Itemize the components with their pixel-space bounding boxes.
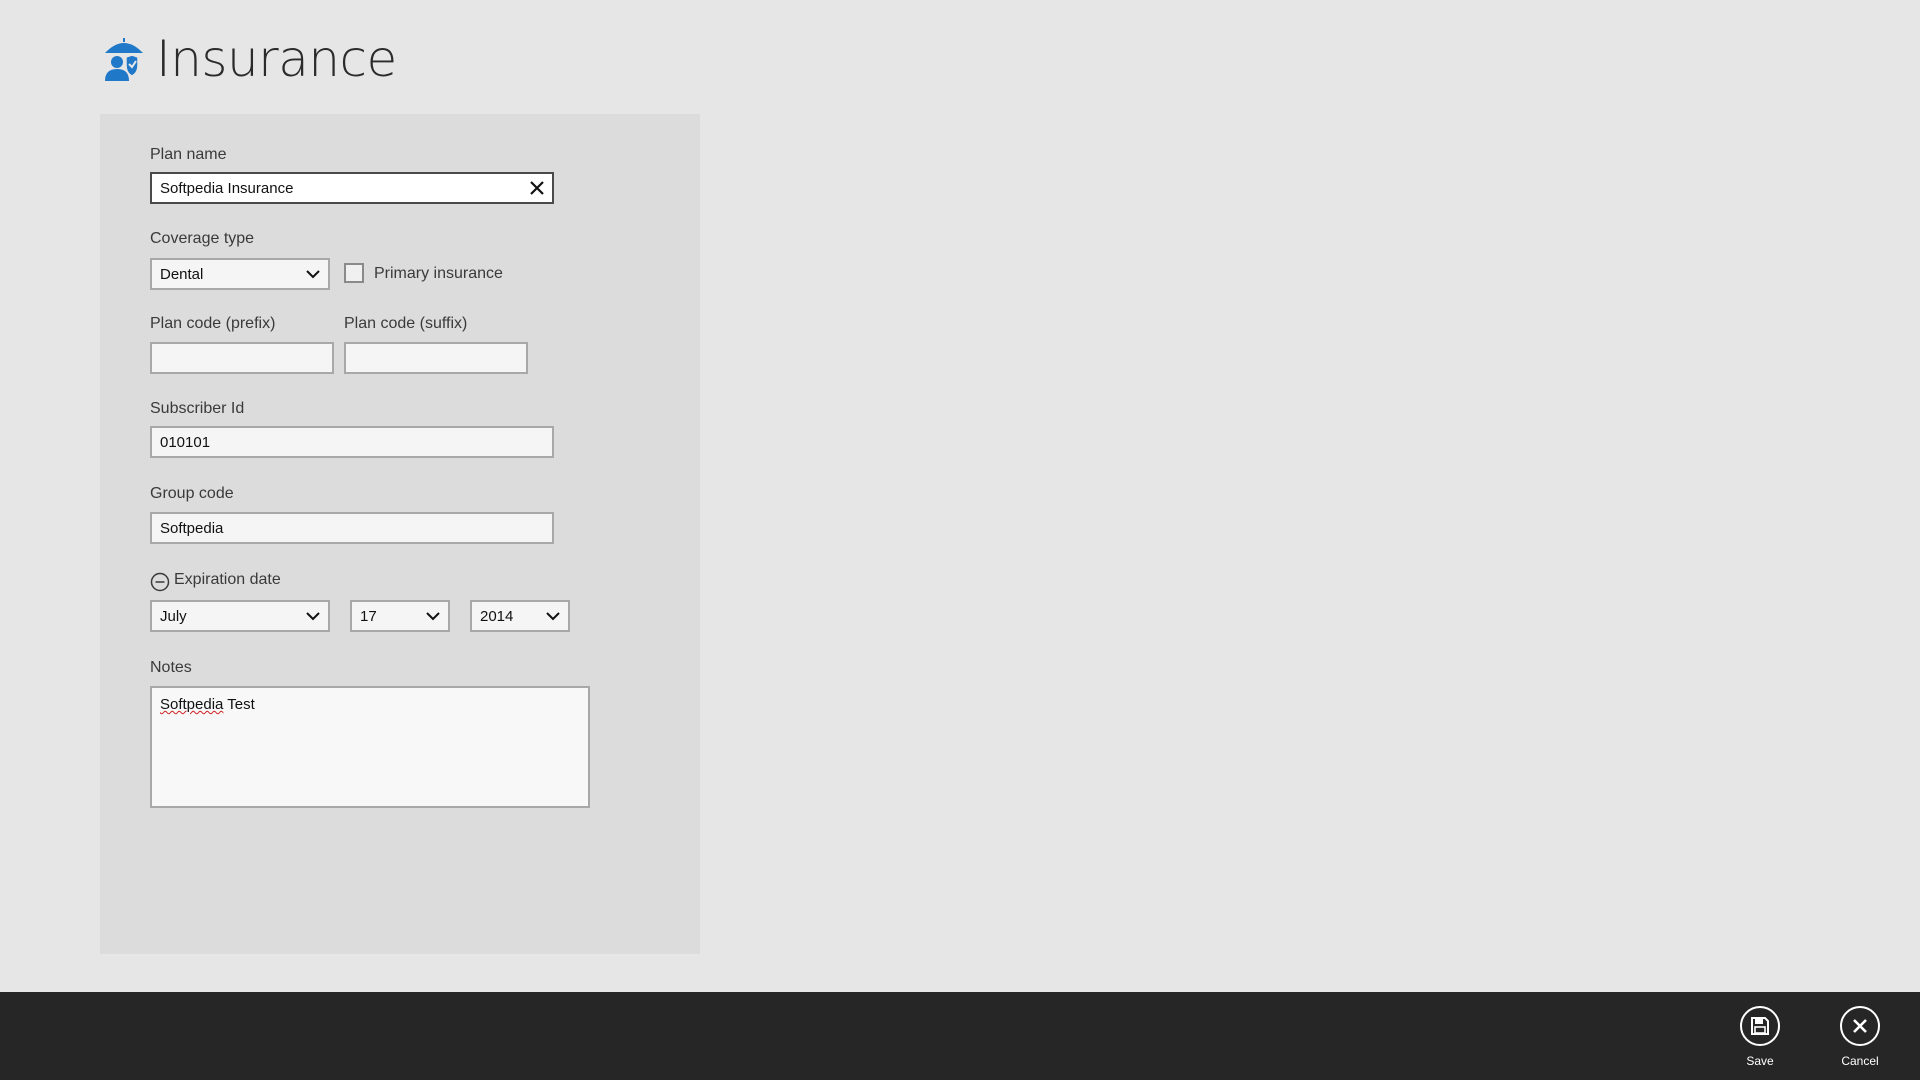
notes-label: Notes xyxy=(150,659,192,676)
group-code-input[interactable]: Softpedia xyxy=(150,512,554,544)
chevron-down-icon xyxy=(306,612,320,621)
expiration-year-select[interactable]: 2014 xyxy=(470,600,570,632)
plan-code-suffix-input[interactable] xyxy=(344,342,528,374)
expiration-date-label: Expiration date xyxy=(174,571,281,588)
plan-name-input[interactable]: Softpedia Insurance xyxy=(150,172,554,204)
save-icon xyxy=(1751,1017,1769,1035)
cancel-button[interactable]: Cancel xyxy=(1820,1006,1900,1068)
subscriber-id-value: 010101 xyxy=(160,433,211,451)
primary-insurance-checkbox[interactable] xyxy=(344,263,364,283)
save-icon-circle xyxy=(1740,1006,1780,1046)
group-code-value: Softpedia xyxy=(160,519,224,537)
coverage-type-select[interactable]: Dental xyxy=(150,258,330,290)
collapse-minus-icon[interactable] xyxy=(150,572,170,592)
expiration-year-value: 2014 xyxy=(480,607,514,625)
plan-code-suffix-label: Plan code (suffix) xyxy=(344,315,468,332)
subscriber-id-label: Subscriber Id xyxy=(150,400,245,417)
cancel-icon-circle xyxy=(1840,1006,1880,1046)
plan-name-value: Softpedia Insurance xyxy=(160,179,294,197)
subscriber-id-input[interactable]: 010101 xyxy=(150,426,554,458)
expiration-day-value: 17 xyxy=(360,607,377,625)
expiration-day-select[interactable]: 17 xyxy=(350,600,450,632)
clear-icon[interactable] xyxy=(528,179,546,197)
plan-code-prefix-label: Plan code (prefix) xyxy=(150,315,276,332)
group-code-label: Group code xyxy=(150,485,234,502)
expiration-month-value: July xyxy=(160,607,187,625)
notes-textarea[interactable]: Softpedia Test xyxy=(150,686,590,808)
close-icon xyxy=(1853,1019,1867,1033)
chevron-down-icon xyxy=(426,612,440,621)
primary-insurance-label: Primary insurance xyxy=(374,265,503,282)
plan-code-prefix-input[interactable] xyxy=(150,342,334,374)
notes-misspelled-word: Softpedia xyxy=(160,696,224,713)
chevron-down-icon xyxy=(546,612,560,621)
chevron-down-icon xyxy=(306,270,320,279)
coverage-type-label: Coverage type xyxy=(150,230,255,247)
page-title: Insurance xyxy=(156,30,397,88)
expiration-month-select[interactable]: July xyxy=(150,600,330,632)
bottom-app-bar: Save Cancel xyxy=(0,992,1920,1080)
insurance-form-panel: Plan name Softpedia Insurance Coverage t… xyxy=(100,114,700,954)
save-label: Save xyxy=(1746,1054,1774,1068)
cancel-label: Cancel xyxy=(1841,1054,1879,1068)
umbrella-person-icon xyxy=(105,38,143,81)
save-button[interactable]: Save xyxy=(1720,1006,1800,1068)
plan-name-label: Plan name xyxy=(150,146,227,163)
notes-text: Test xyxy=(223,696,255,713)
page-header: Insurance xyxy=(102,30,397,88)
coverage-type-value: Dental xyxy=(160,265,204,283)
